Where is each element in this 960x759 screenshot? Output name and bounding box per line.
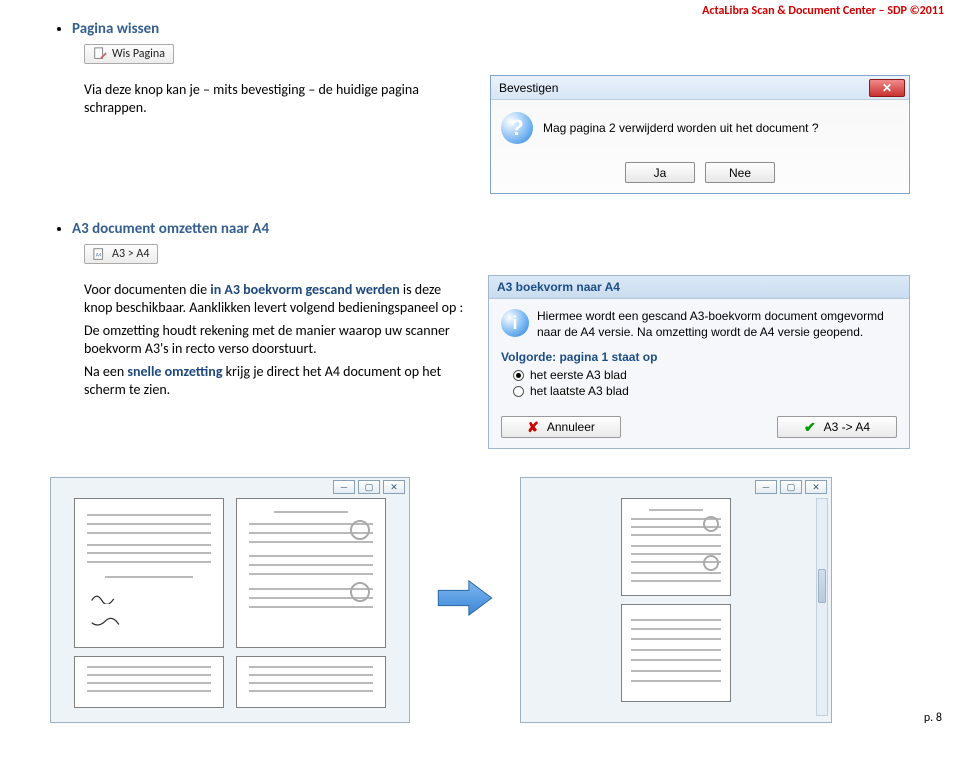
panel-header: A3 boekvorm naar A4 [489, 276, 909, 299]
panel-cancel-button[interactable]: ✘ Annuleer [501, 416, 621, 438]
check-icon: ✔ [804, 419, 816, 436]
dialog-no-button[interactable]: Nee [705, 162, 775, 183]
info-icon: i [501, 309, 529, 337]
a3-a4-button[interactable]: A4 A3 > A4 [84, 244, 158, 264]
dialog-close-button[interactable]: ✕ [869, 79, 905, 97]
radio-last-a3[interactable]: het laatste A3 blad [513, 384, 897, 398]
panel-infotext: Hiermee wordt een gescand A3-boekvorm do… [537, 309, 897, 340]
cancel-icon: ✘ [527, 419, 539, 436]
a3-page-right-bottom [236, 656, 386, 708]
window-close-button[interactable]: ✕ [805, 480, 827, 494]
preview-window-a4: — ▢ ✕ [520, 477, 832, 723]
radio-icon [513, 386, 524, 397]
section2-p3: Na een snelle omzetting krijg je direct … [84, 363, 470, 398]
svg-text:A4: A4 [96, 253, 102, 259]
delete-page-icon [93, 47, 107, 61]
section-title-pagina-wissen: Pagina wissen [72, 20, 910, 38]
a3-page-right-top [236, 498, 386, 648]
radio-first-label: het eerste A3 blad [530, 368, 627, 382]
window-max-button[interactable]: ▢ [358, 480, 380, 494]
radio-first-a3[interactable]: het eerste A3 blad [513, 368, 897, 382]
panel-cancel-label: Annuleer [547, 420, 595, 434]
a4-page-2 [621, 604, 731, 702]
panel-volgorde-label: Volgorde: pagina 1 staat op [501, 350, 897, 364]
a4-page-1 [621, 498, 731, 596]
section2-p1: Voor documenten die in A3 boekvorm gesca… [84, 281, 470, 316]
section-title-a3: A3 document omzetten naar A4 [72, 220, 910, 238]
a3-panel: A3 boekvorm naar A4 i Hiermee wordt een … [488, 275, 910, 449]
preview-window-a3: — ▢ ✕ [50, 477, 410, 723]
question-icon: ? [501, 112, 533, 144]
window-min-button[interactable]: — [333, 480, 355, 494]
conversion-illustration: — ▢ ✕ [50, 477, 910, 723]
page-header: ActaLibra Scan & Document Center – SDP ©… [702, 4, 944, 18]
dialog-message: Mag pagina 2 verwijderd worden uit het d… [543, 121, 819, 135]
close-icon: ✕ [882, 81, 892, 95]
confirm-dialog: Bevestigen ✕ ? Mag pagina 2 verwijderd w… [490, 75, 910, 194]
page-number: p. 8 [924, 711, 942, 725]
bullet-list: Pagina wissen [50, 20, 910, 38]
section2-p2: De omzetting houdt rekening met de manie… [84, 322, 470, 357]
dialog-title: Bevestigen [499, 81, 558, 95]
scrollbar[interactable] [816, 498, 828, 716]
a3-page-left-bottom [74, 656, 224, 708]
arrow-icon [436, 577, 494, 623]
radio-last-label: het laatste A3 blad [530, 384, 629, 398]
window-max-button[interactable]: ▢ [780, 480, 802, 494]
wis-pagina-button[interactable]: Wis Pagina [84, 44, 174, 64]
window-close-button[interactable]: ✕ [383, 480, 405, 494]
window-min-button[interactable]: — [755, 480, 777, 494]
wis-pagina-label: Wis Pagina [112, 47, 165, 61]
panel-convert-button[interactable]: ✔ A3 -> A4 [777, 416, 897, 438]
radio-icon [513, 370, 524, 381]
dialog-yes-button[interactable]: Ja [625, 162, 695, 183]
panel-convert-label: A3 -> A4 [824, 420, 870, 434]
bullet-list-2: A3 document omzetten naar A4 [50, 220, 910, 238]
scrollbar-thumb[interactable] [818, 569, 826, 603]
section1-desc: Via deze knop kan je – mits bevestiging … [84, 81, 472, 116]
a3-page-left-top [74, 498, 224, 648]
a3a4-icon: A4 [93, 247, 107, 261]
a3-a4-label: A3 > A4 [112, 247, 149, 261]
